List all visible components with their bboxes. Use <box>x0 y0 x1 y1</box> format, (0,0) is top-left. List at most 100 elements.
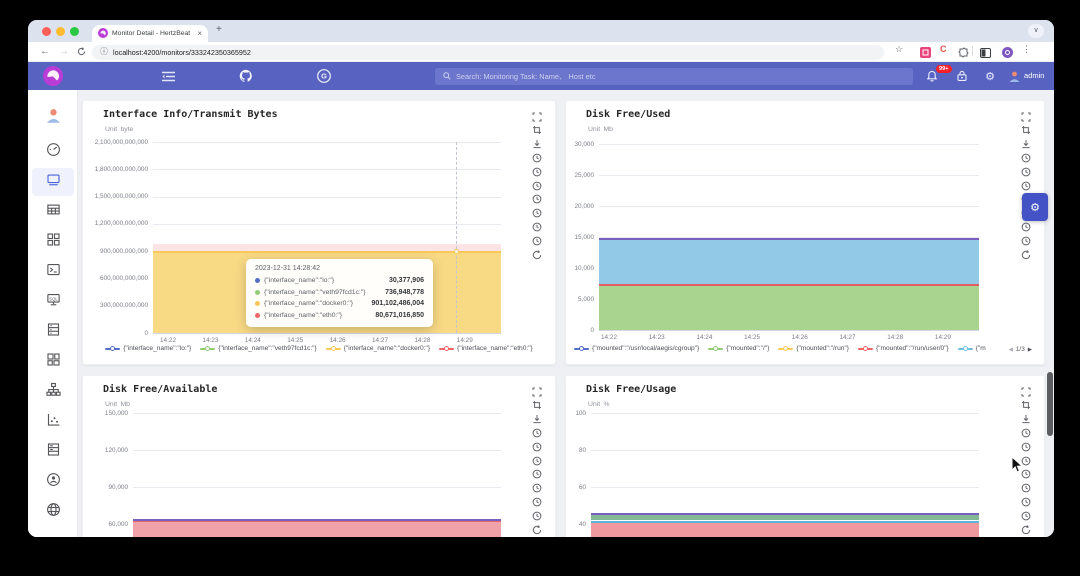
clock-icon[interactable] <box>531 483 542 494</box>
legend-item[interactable]: {"mounted":"/"} <box>708 345 769 352</box>
legend-item[interactable]: {"mounted":"/run"} <box>778 345 849 352</box>
clock-icon[interactable] <box>531 180 542 191</box>
browser-tab[interactable]: Monitor Detail - HertzBeat × <box>92 25 208 42</box>
y-axis-tick-label: 1,200,000,000,000 <box>83 220 148 227</box>
extension-pink-icon[interactable] <box>920 45 931 63</box>
clock-icon[interactable] <box>531 221 542 232</box>
legend-item[interactable]: {"mounted":"/run/user/0"} <box>858 345 949 352</box>
clock-icon[interactable] <box>1020 235 1031 246</box>
legend-prev-icon[interactable]: ◀ <box>1009 347 1013 353</box>
clock-icon[interactable] <box>531 208 542 219</box>
clock-icon[interactable] <box>1020 427 1031 438</box>
clock-icon[interactable] <box>1020 441 1031 452</box>
series-line <box>133 519 501 521</box>
clock-icon[interactable] <box>531 441 542 452</box>
username-label[interactable]: admin <box>1024 62 1044 90</box>
download-icon[interactable] <box>531 414 542 425</box>
forward-button[interactable]: → <box>59 44 69 60</box>
expand-icon[interactable] <box>1020 386 1031 397</box>
clock-icon[interactable] <box>1020 221 1031 232</box>
legend-item[interactable]: {"interface_name":"lo:"} <box>105 345 191 352</box>
window-minimize-button[interactable] <box>56 27 65 36</box>
refresh-icon[interactable] <box>531 249 542 260</box>
sidebar-item-database-sql[interactable]: SQL <box>32 288 74 316</box>
site-info-icon[interactable]: ⓘ <box>100 48 108 56</box>
sidebar-item-user-avatar[interactable] <box>32 104 74 132</box>
extensions-puzzle-icon[interactable] <box>958 45 969 63</box>
clock-icon[interactable] <box>1020 483 1031 494</box>
legend-item[interactable]: {"m <box>958 345 986 352</box>
clock-icon[interactable] <box>531 152 542 163</box>
snapshot-icon[interactable] <box>531 400 542 411</box>
clock-icon[interactable] <box>531 166 542 177</box>
url-bar[interactable]: ⓘ localhost:4200/monitors/33324235036595… <box>92 45 884 60</box>
download-icon[interactable] <box>1020 139 1031 150</box>
sidebar-item-scatter-chart[interactable] <box>32 408 74 436</box>
refresh-icon[interactable] <box>1020 249 1031 260</box>
refresh-icon[interactable] <box>1020 524 1031 535</box>
clock-icon[interactable] <box>531 427 542 438</box>
snapshot-icon[interactable] <box>1020 125 1031 136</box>
sidebar-item-network-user[interactable] <box>32 468 74 496</box>
download-icon[interactable] <box>531 139 542 150</box>
user-avatar-icon[interactable] <box>1006 62 1022 90</box>
legend-label: {"m <box>976 345 986 352</box>
clock-icon[interactable] <box>531 235 542 246</box>
bookmark-star-icon[interactable]: ☆ <box>895 44 903 55</box>
sidebar-item-storage-rows[interactable] <box>32 438 74 466</box>
clock-icon[interactable] <box>531 510 542 521</box>
sidebar-item-table-grid[interactable] <box>32 198 74 226</box>
menu-fold-icon[interactable] <box>160 62 176 90</box>
network-user-icon <box>46 472 61 492</box>
snapshot-icon[interactable] <box>1020 400 1031 411</box>
legend-item[interactable]: {"interface_name":"eth0:"} <box>439 345 533 352</box>
legend-item[interactable]: {"interface_name":"veth97fcd1c:"} <box>200 345 316 352</box>
clock-icon[interactable] <box>1020 510 1031 521</box>
download-icon[interactable] <box>1020 414 1031 425</box>
snapshot-icon[interactable] <box>531 125 542 136</box>
clock-icon[interactable] <box>1020 496 1031 507</box>
new-tab-button[interactable]: + <box>216 24 222 35</box>
github-icon[interactable] <box>238 62 254 90</box>
expand-icon[interactable] <box>531 111 542 122</box>
back-button[interactable]: ← <box>40 44 50 60</box>
expand-icon[interactable] <box>531 386 542 397</box>
clock-icon[interactable] <box>1020 152 1031 163</box>
settings-gear-icon[interactable]: ⚙ <box>982 62 998 90</box>
legend-item[interactable]: {"interface_name":"docker0:"} <box>326 345 430 352</box>
sidebar-item-apps-squares[interactable] <box>32 228 74 256</box>
database-sql-icon: SQL <box>46 292 61 312</box>
sidebar-item-monitor-laptop[interactable] <box>32 168 74 196</box>
gitee-icon[interactable]: G <box>316 62 332 90</box>
clock-icon[interactable] <box>531 194 542 205</box>
sidebar-item-terminal[interactable] <box>32 258 74 286</box>
sidebar-item-sitemap-tree[interactable] <box>32 378 74 406</box>
browser-menu-kebab-icon[interactable]: ⋮ <box>1022 44 1031 55</box>
window-close-button[interactable] <box>42 27 51 36</box>
sidebar-item-layout-grid[interactable] <box>32 348 74 376</box>
window-zoom-button[interactable] <box>70 27 79 36</box>
extension-purple-icon[interactable] <box>1002 45 1013 63</box>
legend-item[interactable]: {"mounted":"/usr/local/aegis/cgroup"} <box>574 345 699 352</box>
extension-c-icon[interactable]: C <box>940 44 947 54</box>
clock-icon[interactable] <box>1020 166 1031 177</box>
sidebar-item-server-box[interactable] <box>32 318 74 346</box>
clock-icon[interactable] <box>531 496 542 507</box>
legend-next-icon[interactable]: ▶ <box>1028 347 1032 353</box>
clock-icon[interactable] <box>531 469 542 480</box>
theme-settings-gear-button[interactable]: ⚙ <box>1022 193 1048 221</box>
expand-icon[interactable] <box>1020 111 1031 122</box>
reload-icon[interactable] <box>77 44 86 62</box>
search-input[interactable]: Search: Monitoring Task: Name、 Host etc <box>435 68 913 85</box>
sidebar-item-dashboard-gauge[interactable] <box>32 138 74 166</box>
refresh-icon[interactable] <box>531 524 542 535</box>
clock-icon[interactable] <box>1020 180 1031 191</box>
page-scrollbar[interactable] <box>1047 372 1053 436</box>
clock-icon[interactable] <box>531 455 542 466</box>
side-panel-icon[interactable] <box>980 45 991 63</box>
tab-close-icon[interactable]: × <box>197 30 202 38</box>
sidebar-item-globe[interactable] <box>32 498 74 526</box>
tab-search-chevron-icon[interactable]: ∨ <box>1028 24 1044 38</box>
audit-lock-icon[interactable] <box>954 62 970 90</box>
hertzbeat-logo-icon[interactable] <box>28 62 78 90</box>
